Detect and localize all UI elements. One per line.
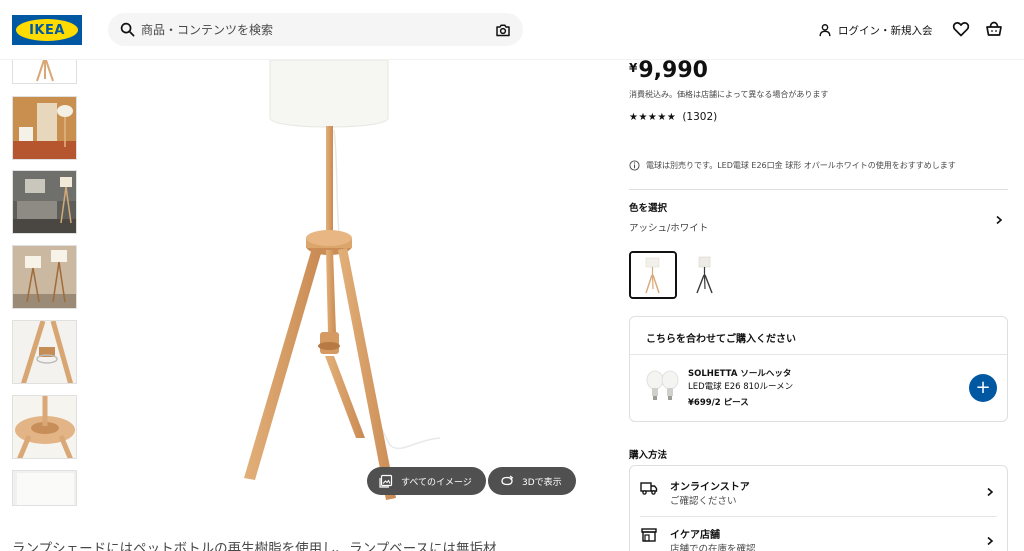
recommendation-desc: LED電球 E26 810ルーメン (688, 382, 794, 392)
rating[interactable]: ★★★★★ (1302) (629, 111, 717, 123)
ikea-store-sub: 店舗での在庫を確認 (670, 544, 756, 551)
ikea-logo[interactable]: IKEA (12, 15, 82, 45)
led-bulb-image[interactable] (644, 369, 682, 403)
divider (630, 354, 1007, 355)
thumbnail-2[interactable] (12, 96, 77, 160)
add-to-cart-button[interactable]: + (969, 374, 997, 402)
color-swatch-white[interactable] (629, 251, 677, 299)
images-icon (379, 474, 393, 488)
tax-note: 消費税込み。価格は店舗によって異なる場合があります (629, 90, 829, 99)
color-swatch-black[interactable] (681, 251, 729, 299)
ikea-store-option[interactable]: イケア店舗 店舗での在庫を確認 (630, 517, 1007, 551)
search-input[interactable] (141, 13, 481, 46)
color-selector[interactable]: 色を選択 アッシュ/ホワイト (629, 200, 1008, 242)
price-value: 9,990 (638, 58, 708, 83)
thumbnail-7[interactable] (12, 470, 77, 506)
bulb-note: 電球は別売りです。LED電球 E26口金 球形 オパールホワイトの使用をおすすめ… (629, 160, 956, 171)
recommendation-card: こちらを合わせてご購入ください SOLHETTA ソールヘッタ LED電球 E2… (629, 316, 1008, 422)
login-label: ログイン・新規入会 (838, 24, 933, 37)
delivery-truck-icon (640, 482, 658, 495)
search-bar[interactable] (108, 13, 523, 46)
recommendation-price: ¥699/2 ピース (688, 398, 749, 408)
purchase-title: 購入方法 (629, 450, 668, 461)
login-link[interactable]: ログイン・新規入会 (818, 20, 933, 40)
view-3d-button[interactable]: 3Dで表示 (488, 467, 576, 495)
search-icon[interactable] (120, 22, 135, 37)
recommendation-name[interactable]: SOLHETTA ソールヘッタ (688, 367, 791, 379)
recommendation-title: こちらを合わせてご購入ください (646, 334, 796, 345)
thumbnail-4[interactable] (12, 245, 77, 309)
ikea-store-label: イケア店舗 (670, 530, 720, 541)
logo-oval: IKEA (16, 19, 78, 41)
shopping-bag-icon[interactable] (985, 20, 1003, 38)
plus-icon: + (975, 377, 991, 398)
chevron-right-icon (987, 487, 994, 497)
chevron-right-icon (996, 215, 1003, 225)
chevron-right-icon (987, 536, 994, 546)
bulb-note-text: 電球は別売りです。LED電球 E26口金 球形 オパールホワイトの使用をおすすめ… (646, 161, 956, 170)
price: ¥ 9,990 (629, 58, 708, 83)
thumbnail-3[interactable] (12, 170, 77, 234)
main-product-image[interactable] (200, 60, 600, 500)
site-header: IKEA ログイン・新規入会 (0, 0, 1024, 60)
thumbnail-6[interactable] (12, 395, 77, 459)
info-icon (629, 160, 640, 171)
rotate-3d-icon (501, 475, 514, 486)
online-store-option[interactable]: オンラインストア ご確認ください (630, 466, 1007, 516)
user-icon (819, 24, 831, 37)
online-store-label: オンラインストア (670, 482, 750, 493)
all-images-button[interactable]: すべてのイメージ (367, 467, 486, 495)
price-currency: ¥ (629, 61, 638, 75)
color-title: 色を選択 (629, 203, 668, 214)
product-description: ランプシェードにはペットボトルの再生樹脂を使用し、ランプベースには無垢材 (12, 541, 497, 551)
color-value: アッシュ/ホワイト (629, 223, 709, 234)
thumbnail-5[interactable] (12, 320, 77, 384)
store-icon (641, 528, 657, 542)
thumbnail-1[interactable] (12, 56, 77, 84)
view-3d-label: 3Dで表示 (522, 477, 562, 488)
divider (629, 189, 1008, 190)
heart-icon[interactable] (952, 20, 970, 38)
star-rating-icons: ★★★★★ (629, 111, 677, 123)
logo-text: IKEA (29, 22, 65, 38)
all-images-label: すべてのイメージ (401, 477, 472, 488)
camera-icon[interactable] (495, 22, 511, 38)
review-count[interactable]: (1302) (682, 111, 717, 123)
purchase-options: オンラインストア ご確認ください イケア店舗 店舗での在庫を確認 (629, 465, 1008, 551)
online-store-sub: ご確認ください (670, 496, 737, 507)
